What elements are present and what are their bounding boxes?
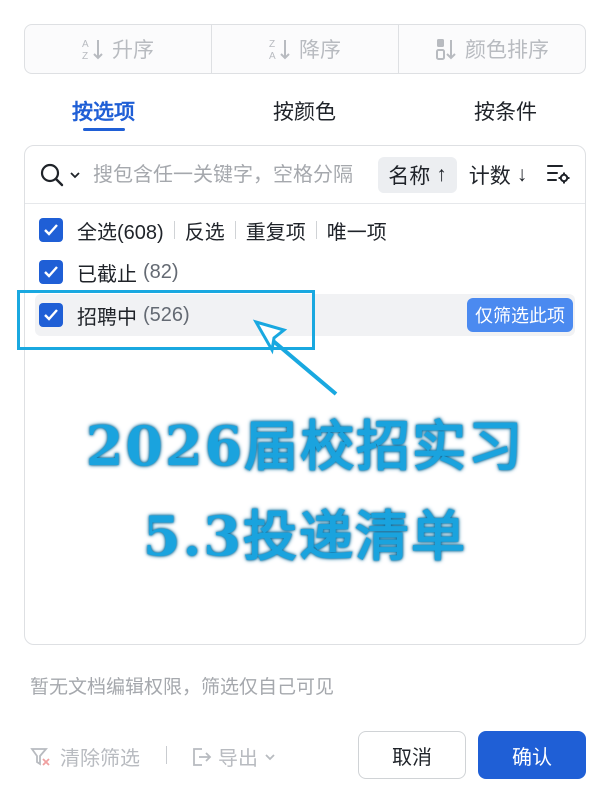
chevron-down-icon[interactable] xyxy=(69,170,81,180)
filter-panel: A Z 升序 Z A 降序 颜色排序 按选项 按颜色 按条件 搜包含任一关键字，… xyxy=(0,0,610,803)
sort-ascending-button[interactable]: A Z 升序 xyxy=(25,25,212,73)
annotation-arrow-icon xyxy=(252,319,338,396)
sort-by-count-button[interactable]: 计数 ↓ xyxy=(463,157,533,193)
item-count: (82) xyxy=(143,260,179,283)
tab-by-condition[interactable]: 按条件 xyxy=(474,96,537,126)
item-label: 已截止 xyxy=(77,263,137,286)
search-row: 名称 ↑ 计数 ↓ xyxy=(25,146,585,204)
sort-bar: A Z 升序 Z A 降序 颜色排序 xyxy=(24,24,586,74)
overlay-title-line1: 2026届校招实习 xyxy=(84,413,525,480)
sort-ascending-icon: A Z xyxy=(82,39,103,61)
clear-filter-icon xyxy=(30,747,50,766)
item-checkbox[interactable] xyxy=(39,260,63,284)
select-all-checkbox[interactable] xyxy=(39,218,63,242)
sort-by-count-label: 计数 xyxy=(468,165,511,188)
check-icon xyxy=(44,224,58,236)
divider xyxy=(315,221,317,239)
footer: 清除筛选 导出 取消 确认 xyxy=(0,730,610,780)
sort-by-name-button[interactable]: 名称 ↑ xyxy=(378,157,457,193)
arrow-up-icon: ↑ xyxy=(436,163,447,186)
svg-text:Z: Z xyxy=(269,39,275,50)
chevron-down-icon xyxy=(265,753,275,760)
sort-ascending-label: 升序 xyxy=(112,39,154,62)
sort-by-color-label: 颜色排序 xyxy=(465,39,549,62)
duplicates-link[interactable]: 重复项 xyxy=(246,216,306,245)
check-icon xyxy=(44,266,58,278)
clear-filter-button[interactable]: 清除筛选 xyxy=(30,742,140,771)
cancel-button[interactable]: 取消 xyxy=(358,731,466,779)
sort-by-color-button[interactable]: 颜色排序 xyxy=(399,25,585,73)
tab-by-option[interactable]: 按选项 xyxy=(72,96,135,126)
arrow-down-icon: ↓ xyxy=(516,163,528,186)
sort-by-name-label: 名称 xyxy=(388,165,431,188)
color-sort-icon xyxy=(436,39,456,60)
list-settings-icon[interactable] xyxy=(546,162,570,186)
clear-filter-label: 清除筛选 xyxy=(60,748,140,770)
search-input[interactable] xyxy=(93,158,377,192)
list-item[interactable]: 已截止 (82) xyxy=(35,251,575,293)
divider xyxy=(234,221,236,239)
sort-descending-label: 降序 xyxy=(299,39,341,62)
select-all-row[interactable]: 全选(608) 反选 重复项 唯一项 xyxy=(35,209,575,251)
sort-descending-icon: Z A xyxy=(269,39,290,61)
tab-by-color[interactable]: 按颜色 xyxy=(273,96,336,126)
divider xyxy=(166,746,167,764)
unique-items-link[interactable]: 唯一项 xyxy=(327,216,387,245)
svg-text:Z: Z xyxy=(82,51,88,61)
divider xyxy=(173,221,175,239)
svg-text:A: A xyxy=(82,39,89,50)
active-tab-indicator xyxy=(83,128,125,131)
search-icon[interactable] xyxy=(39,162,65,188)
confirm-button[interactable]: 确认 xyxy=(478,731,586,779)
sort-descending-button[interactable]: Z A 降序 xyxy=(212,25,399,73)
export-button[interactable]: 导出 xyxy=(190,742,276,771)
export-icon xyxy=(193,747,212,766)
invert-selection-link[interactable]: 反选 xyxy=(185,216,225,245)
overlay-title-line2: 5.3投递清单 xyxy=(142,503,467,570)
permission-notice: 暂无文档编辑权限，筛选仅自己可见 xyxy=(30,677,335,698)
export-label: 导出 xyxy=(218,748,258,770)
svg-text:A: A xyxy=(269,51,276,61)
filter-only-this-button[interactable]: 仅筛选此项 xyxy=(467,298,573,332)
select-all-label: 全选(608) xyxy=(77,221,164,244)
